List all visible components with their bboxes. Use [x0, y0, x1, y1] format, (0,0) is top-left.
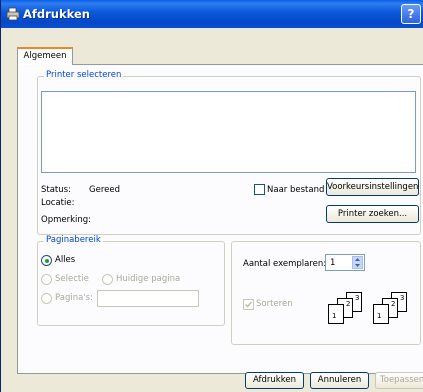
copies-group: Aantal exemplaren: 1 Sorteren 3 2 1 3 2 …: [231, 241, 421, 345]
radio-selection-label[interactable]: Selectie: [55, 274, 89, 284]
collate-checkbox[interactable]: [243, 299, 254, 310]
preferences-button[interactable]: Voorkeursinstellingen: [326, 178, 419, 196]
collate-stack-2: 3 2 1: [373, 292, 418, 328]
collate-label[interactable]: Sorteren: [256, 299, 293, 309]
printer-select-group: Printer selecteren Status: Gereed Locati…: [37, 70, 421, 235]
collate-page-number-1: 1: [332, 312, 337, 320]
collate-page-1: 1: [328, 304, 344, 324]
collate-page-number-2: 2: [346, 300, 351, 308]
collate-page-number-3: 3: [355, 294, 360, 302]
window-title: Afdrukken: [23, 7, 90, 21]
printer-icon: [6, 7, 20, 21]
print-to-file-label[interactable]: Naar bestand: [267, 185, 324, 195]
collate-page-number-1: 1: [377, 312, 382, 320]
apply-button[interactable]: Toepassen: [375, 372, 423, 389]
print-button[interactable]: Afdrukken: [245, 372, 304, 389]
print-dialog: Afdrukken ? Algemeen Printer selecteren …: [0, 0, 423, 392]
radio-all-label[interactable]: Alles: [55, 255, 75, 265]
page-range-title: Paginabereik: [44, 235, 103, 245]
print-to-file-checkbox[interactable]: [254, 184, 265, 195]
title-bar[interactable]: Afdrukken ?: [1, 0, 423, 28]
collate-illustration: 3 2 1 3 2 1: [328, 292, 418, 328]
collate-stack-1: 3 2 1: [328, 292, 373, 328]
radio-selection[interactable]: [41, 274, 52, 285]
tab-panel: Printer selecteren Status: Gereed Locati…: [17, 64, 423, 374]
radio-current-page[interactable]: [102, 274, 113, 285]
radio-pages-label[interactable]: Pagina's:: [55, 293, 93, 303]
printer-list[interactable]: [41, 91, 416, 173]
status-label: Status:: [41, 185, 71, 195]
status-value: Gereed: [89, 185, 120, 195]
radio-pages[interactable]: [41, 293, 52, 304]
up-down-arrow-icon: [355, 258, 360, 267]
comment-label: Opmerking:: [41, 215, 92, 225]
find-printer-button-label: Printer zoeken...: [337, 209, 408, 219]
radio-selected-dot: [44, 258, 49, 263]
help-button[interactable]: ?: [401, 4, 421, 24]
collate-page-1: 1: [373, 304, 389, 324]
print-button-label: Afdrukken: [253, 375, 296, 385]
apply-button-label: Toepassen: [380, 375, 423, 385]
collate-page-number-3: 3: [400, 294, 405, 302]
pages-input[interactable]: [97, 290, 199, 307]
checkmark-icon: [244, 301, 253, 308]
printer-select-title: Printer selecteren: [44, 70, 124, 80]
collate-page-number-2: 2: [391, 300, 396, 308]
page-range-group: Paginabereik Alles Selectie Huidige pagi…: [37, 235, 225, 326]
radio-all[interactable]: [41, 255, 52, 266]
copies-label: Aantal exemplaren:: [243, 259, 327, 269]
spinner-arrows-icon[interactable]: [352, 256, 363, 269]
cancel-button[interactable]: Annuleren: [310, 372, 369, 389]
location-label: Locatie:: [41, 198, 75, 208]
radio-current-page-label[interactable]: Huidige pagina: [116, 274, 180, 284]
cancel-button-label: Annuleren: [317, 375, 362, 385]
copies-spinner[interactable]: 1: [325, 254, 365, 271]
preferences-button-label: Voorkeursinstellingen: [327, 182, 419, 192]
tab-algemeen[interactable]: Algemeen: [17, 47, 73, 65]
copies-value: 1: [330, 258, 336, 268]
find-printer-button[interactable]: Printer zoeken...: [326, 205, 419, 223]
